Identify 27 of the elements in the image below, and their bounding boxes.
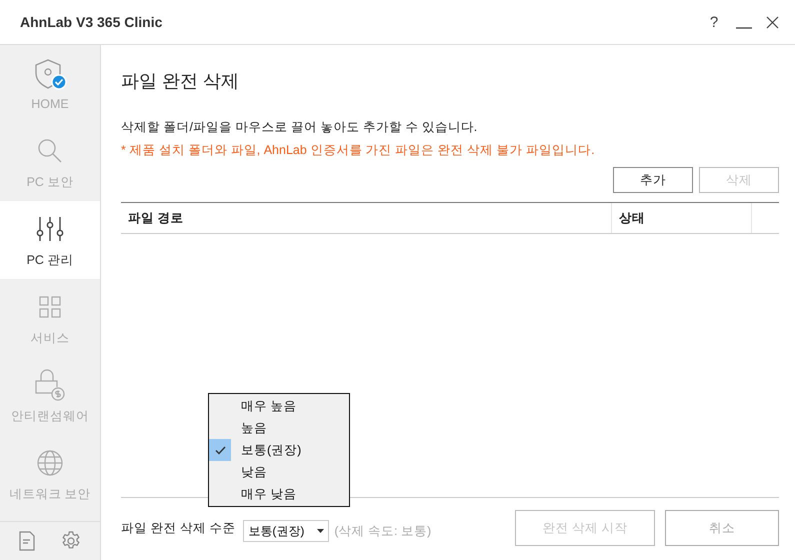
action-button[interactable]: 추가 — [613, 167, 693, 193]
grid-icon — [39, 296, 61, 318]
dropdown-option[interactable]: 매우 낮음 — [209, 483, 349, 505]
page-title: 파일 완전 삭제 — [121, 70, 240, 93]
dropdown-option[interactable]: 보통(권장) — [209, 439, 349, 461]
level-label: 파일 완전 삭제 수준 — [121, 520, 236, 536]
caret-icon — [317, 529, 324, 533]
dropdown-option[interactable]: 낮음 — [209, 461, 349, 483]
close-icon[interactable] — [766, 16, 779, 28]
globe-icon — [36, 448, 64, 476]
warning-text: * 제품 설치 폴더와 파일, AhnLab 인증서를 가진 파일은 완전 삭제 불가 파일입니다. — [121, 142, 596, 159]
column-header: 상태 — [619, 210, 645, 226]
speed-text: (삭제 속도: 보통) — [334, 522, 432, 540]
description-text: 삭제할 폴더/파일을 마우스로 끌어 놓아도 추가할 수 있습니다. — [121, 119, 478, 136]
sliders-icon — [36, 216, 64, 242]
lock-icon — [35, 368, 65, 400]
level-select[interactable]: 보통(권장) — [243, 520, 330, 542]
search-icon — [37, 138, 63, 164]
sidebar-item[interactable]: PC 관리 — [0, 201, 100, 279]
dropdown-option[interactable]: 높음 — [209, 417, 349, 439]
help-button[interactable]: ? — [706, 14, 722, 30]
dropdown-option[interactable]: 매우 높음 — [209, 395, 349, 417]
window-title: AhnLab V3 365 Clinic — [20, 14, 164, 30]
settings-icon[interactable] — [61, 531, 81, 551]
document-icon[interactable] — [19, 531, 35, 551]
column-header: 파일 경로 — [128, 210, 184, 226]
checkmark-icon — [214, 446, 226, 454]
